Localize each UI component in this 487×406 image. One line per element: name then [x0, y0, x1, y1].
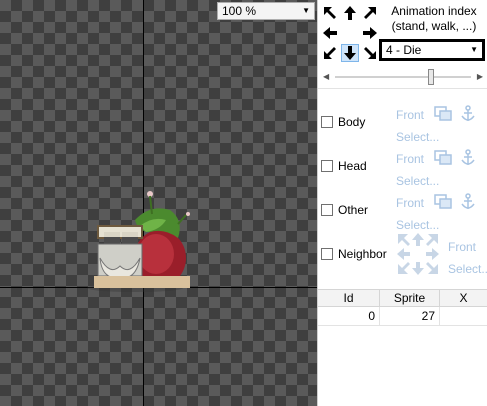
select-link[interactable]: Select... — [448, 262, 487, 276]
chevron-down-icon: ▼ — [470, 45, 478, 54]
arrow-up-right-icon[interactable] — [361, 4, 379, 22]
arrow-down-left-icon[interactable] — [321, 44, 339, 62]
frame-table: Id Sprite X 0 27 — [318, 289, 487, 326]
animation-selected-value: 4 - Die — [386, 43, 422, 57]
zoom-dropdown[interactable]: 100 % ▼ — [217, 2, 315, 20]
divider — [318, 88, 487, 89]
animation-select[interactable]: 4 - Die ▼ — [379, 39, 485, 61]
slider-track — [335, 76, 471, 78]
arrow-right-icon[interactable] — [361, 24, 379, 42]
animation-index-label: Animation index (stand, walk, ...) — [380, 4, 487, 34]
select-link[interactable]: Select... — [396, 174, 439, 188]
table-cell-x[interactable] — [440, 307, 487, 325]
layer-label: Neighbor — [338, 247, 387, 261]
layer-row-neighbor: Neighbor Front Select... — [318, 233, 487, 280]
chevron-down-icon: ▼ — [302, 6, 310, 15]
right-panel: Animation index (stand, walk, ...) 4 - D… — [317, 0, 487, 406]
layer-label: Other — [338, 203, 369, 217]
table-cell-sprite[interactable]: 27 — [380, 307, 440, 325]
select-link[interactable]: Select... — [396, 130, 439, 144]
animation-index-text: Animation index (stand, walk, ...) — [391, 4, 477, 33]
layer-row-body: Body Front Select... — [318, 104, 487, 148]
arrow-up-icon[interactable] — [341, 4, 359, 22]
select-link[interactable]: Select... — [396, 218, 439, 232]
copy-icon[interactable] — [434, 106, 452, 125]
front-link[interactable]: Front — [396, 196, 424, 210]
anchor-icon[interactable] — [460, 149, 476, 170]
table-row[interactable]: 0 27 — [318, 307, 487, 326]
sprite-canvas[interactable]: 100 % ▼ — [0, 0, 317, 406]
column-header-x[interactable]: X — [440, 290, 487, 306]
layer-label: Body — [338, 115, 366, 129]
front-link[interactable]: Front — [396, 152, 424, 166]
arrow-up-left-icon[interactable] — [321, 4, 339, 22]
table-cell-id[interactable]: 0 — [318, 307, 380, 325]
table-header: Id Sprite X — [318, 289, 487, 307]
snail-sprite-image — [87, 191, 190, 292]
arrow-down-right-icon[interactable] — [361, 44, 379, 62]
column-header-id[interactable]: Id — [318, 290, 380, 306]
anchor-icon[interactable] — [460, 105, 476, 126]
layer-row-other: Other Front Select... — [318, 192, 487, 236]
direction-pad — [321, 4, 379, 64]
arrow-left-icon[interactable] — [321, 24, 339, 42]
copy-icon[interactable] — [434, 194, 452, 213]
move-arrows-icon[interactable] — [396, 232, 440, 279]
front-link[interactable]: Front — [396, 108, 424, 122]
layer-label: Head — [338, 159, 367, 173]
zoom-value: 100 % — [222, 4, 257, 18]
front-link[interactable]: Front — [448, 240, 476, 254]
column-header-sprite[interactable]: Sprite — [380, 290, 440, 306]
slider-right-icon[interactable]: ▶ — [477, 72, 483, 81]
neighbor-checkbox[interactable] — [321, 248, 333, 260]
slider-thumb[interactable] — [428, 69, 434, 85]
slider-left-icon[interactable]: ◀ — [323, 72, 329, 81]
layer-row-head: Head Front Select... — [318, 148, 487, 192]
anchor-icon[interactable] — [460, 193, 476, 214]
body-checkbox[interactable] — [321, 116, 333, 128]
arrow-down-icon[interactable] — [341, 44, 359, 62]
head-checkbox[interactable] — [321, 160, 333, 172]
copy-icon[interactable] — [434, 150, 452, 169]
other-checkbox[interactable] — [321, 204, 333, 216]
frame-slider[interactable]: ◀ ▶ — [321, 68, 485, 86]
